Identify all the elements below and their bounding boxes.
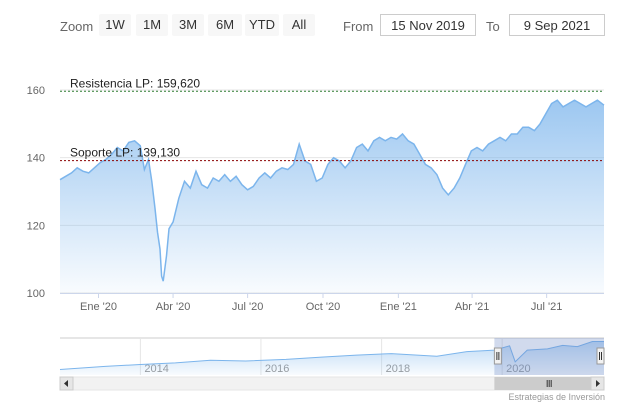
y-axis: 100 120 140 160 (27, 85, 45, 300)
y-tick-label: 120 (27, 220, 45, 232)
resistance-label: Resistencia LP: 159,620 (70, 76, 200, 90)
credit-label: Estrategias de Inversión (508, 392, 605, 402)
navigator-mask (494, 338, 604, 375)
y-tick-label: 140 (27, 153, 45, 165)
y-tick-label: 100 (27, 288, 45, 300)
navigator-left-handle[interactable] (493, 347, 502, 365)
price-chart: 100 120 140 160 Resistencia LP: 159,620 Sopo… (27, 76, 605, 391)
navigator[interactable]: 2014201620182020 (59, 337, 605, 391)
x-tick-label: Oct '20 (306, 301, 341, 313)
x-tick-label: Abr '20 (156, 301, 191, 313)
x-tick-label: Abr '21 (455, 301, 490, 313)
support-label: Soporte LP: 139,130 (70, 146, 180, 160)
x-tick-label: Jul '21 (531, 301, 562, 313)
x-tick-label: Jul '20 (232, 301, 263, 313)
y-tick-label: 160 (27, 85, 45, 97)
x-axis: Ene '20 Abr '20 Jul '20 Oct '20 Ene '21 Abr '… (80, 293, 562, 313)
x-tick-label: Ene '21 (380, 301, 417, 313)
price-area (60, 100, 604, 293)
navigator-right-handle[interactable] (596, 347, 605, 365)
x-tick-label: Ene '20 (80, 301, 117, 313)
